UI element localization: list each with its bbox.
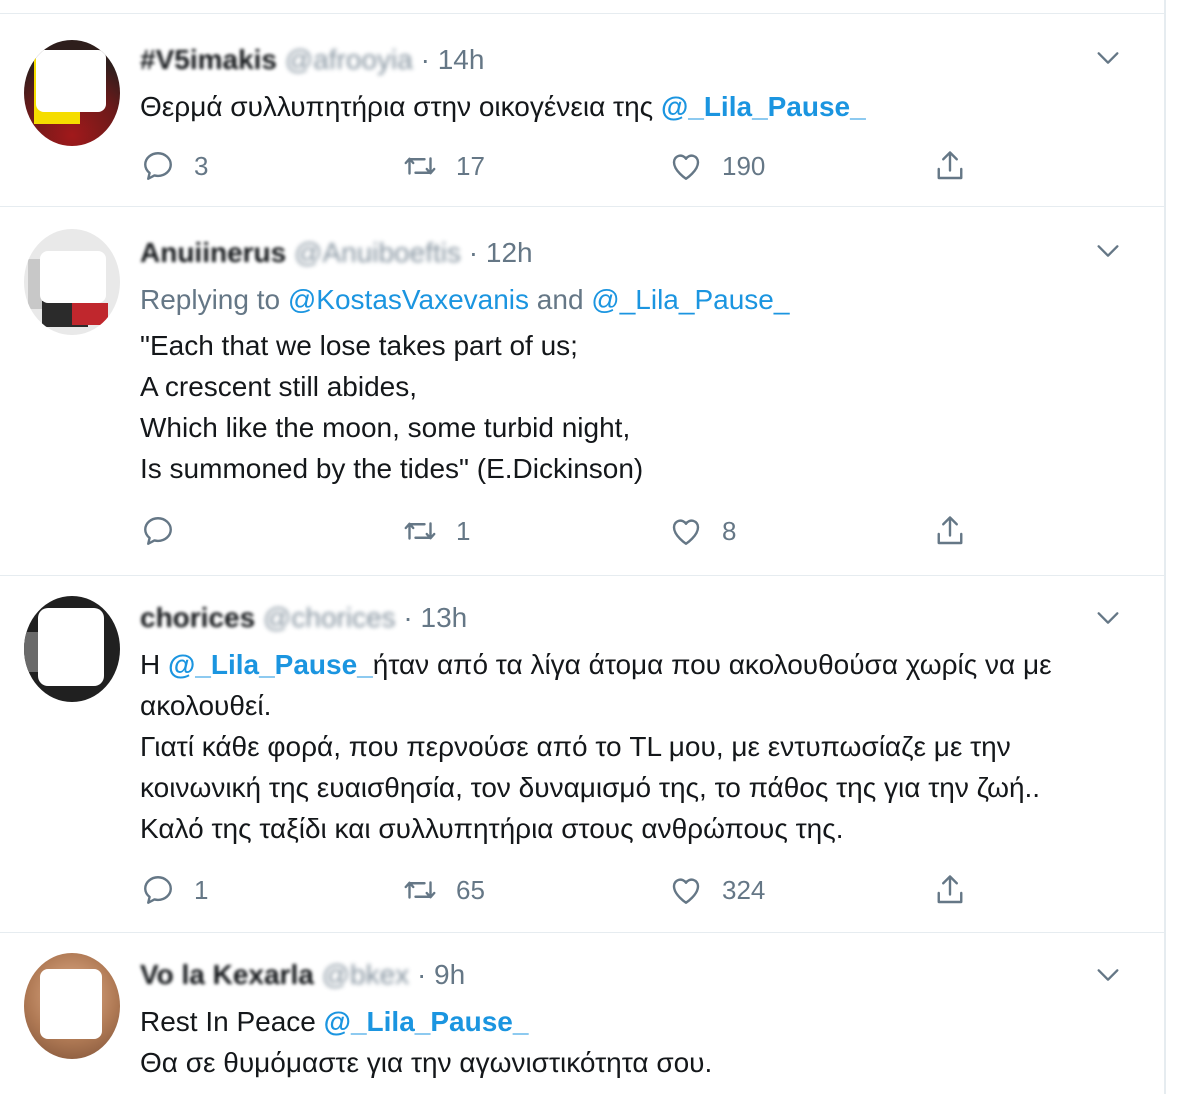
retweet-icon	[404, 522, 436, 540]
replying-to: Replying to @KostasVaxevanis and @_Lila_…	[140, 279, 1140, 320]
text-segment: ήταν από τα λίγα άτομα που ακολουθούσα χ…	[372, 649, 1052, 680]
retweet-icon	[404, 157, 436, 175]
avatar[interactable]	[24, 953, 120, 1059]
display-name[interactable]: Vo la Kexarla	[140, 959, 314, 990]
tweet[interactable]: #V5imakis @afrooyia · 14h Θερμά συλλυπητ…	[0, 14, 1164, 207]
separator: ·	[416, 959, 427, 990]
text-line: κοινωνική της ευαισθησία, τον δυναμισμό …	[140, 772, 1041, 803]
share-icon	[937, 516, 963, 545]
tweet[interactable]: chorices @chorices · 13h Η @_Lila_Pause_…	[0, 576, 1164, 933]
chevron-down-icon[interactable]	[1094, 44, 1122, 72]
avatar[interactable]	[24, 40, 120, 146]
username[interactable]: @bkex	[322, 959, 410, 990]
timestamp[interactable]: 12h	[486, 237, 533, 268]
timestamp[interactable]: 9h	[434, 959, 465, 990]
share-button[interactable]	[932, 870, 968, 910]
username[interactable]: @afrooyia	[285, 44, 413, 75]
heart-icon	[672, 878, 700, 904]
tweet[interactable]: Vo la Kexarla @bkex · 9h Rest In Peace @…	[0, 933, 1164, 1094]
text-segment: Η	[140, 649, 168, 680]
share-icon	[937, 875, 963, 904]
reply-count: 1	[194, 874, 209, 905]
retweet-icon	[404, 881, 436, 899]
display-name[interactable]: chorices	[140, 602, 255, 633]
tweet-text: Η @_Lila_Pause_ήταν από τα λίγα άτομα πο…	[140, 644, 1140, 849]
reply-count: 3	[194, 150, 209, 181]
text-line: Η @_Lila_Pause_ήταν από τα λίγα άτομα πο…	[140, 644, 1140, 685]
text-line: "Each that we lose takes part of us;	[140, 330, 578, 361]
tweet-text: Θερμά συλλυπητήρια στην οικογένεια της @…	[140, 86, 1140, 127]
tweet-header: Vo la Kexarla @bkex · 9h	[140, 957, 465, 993]
like-button[interactable]: 190	[668, 146, 765, 186]
reply-button[interactable]: 1	[140, 870, 208, 910]
like-button[interactable]: 8	[668, 511, 736, 551]
chevron-down-icon[interactable]	[1094, 237, 1122, 265]
text-line: Γιατί κάθε φορά, που περνούσε από το TL …	[140, 731, 1011, 762]
like-button[interactable]: 324	[668, 870, 765, 910]
username[interactable]: @Anuiboeftis	[294, 237, 461, 268]
text-segment: Θερμά συλλυπητήρια στην οικογένεια της	[140, 91, 661, 122]
reply-icon	[144, 876, 172, 904]
retweet-button[interactable]: 65	[402, 870, 485, 910]
mention-link[interactable]: @_Lila_Pause_	[661, 91, 866, 122]
chevron-down-icon[interactable]	[1094, 961, 1122, 989]
like-count: 190	[722, 150, 766, 181]
username[interactable]: @chorices	[263, 602, 396, 633]
tweet-text: Rest In Peace @_Lila_Pause_ Θα σε θυμόμα…	[140, 1001, 1140, 1083]
separator: ·	[403, 602, 413, 633]
tweet-actions: 1 8	[140, 511, 1000, 551]
tweet-actions: 1 65 324	[140, 870, 1000, 910]
mention-link[interactable]: @_Lila_Pause_	[324, 1006, 529, 1037]
share-button[interactable]	[932, 146, 968, 186]
reply-button[interactable]: 3	[140, 146, 208, 186]
separator: ·	[420, 44, 430, 75]
reply-icon	[144, 152, 172, 180]
like-count: 8	[722, 515, 737, 546]
retweet-count: 65	[456, 874, 485, 905]
tweet-header: Anuiinerus @Anuiboeftis · 12h	[140, 235, 533, 271]
text-line: ακολουθεί.	[140, 690, 272, 721]
avatar[interactable]	[24, 596, 120, 702]
mention-link[interactable]: @KostasVaxevanis	[288, 284, 529, 315]
reply-button[interactable]	[140, 511, 194, 551]
tweet[interactable]: Anuiinerus @Anuiboeftis · 12h Replying t…	[0, 207, 1164, 576]
tweet-header: chorices @chorices · 13h	[140, 600, 467, 636]
like-count: 324	[722, 874, 766, 905]
tweet-actions: 3 17 190	[140, 146, 1000, 186]
retweet-count: 1	[456, 515, 471, 546]
avatar[interactable]	[24, 229, 120, 335]
heart-icon	[672, 154, 700, 180]
text-line: Rest In Peace @_Lila_Pause_	[140, 1001, 1140, 1042]
text-line: Is summoned by the tides" (E.Dickinson)	[140, 453, 644, 484]
mention-link[interactable]: @_Lila_Pause_	[168, 649, 373, 680]
timestamp[interactable]: 14h	[438, 44, 485, 75]
replying-label: Replying to	[140, 284, 281, 315]
timeline: #V5imakis @afrooyia · 14h Θερμά συλλυπητ…	[0, 0, 1166, 1094]
chevron-down-icon[interactable]	[1094, 604, 1122, 632]
text-segment: Rest In Peace	[140, 1006, 324, 1037]
mention-link[interactable]: @_Lila_Pause_	[591, 284, 789, 315]
text-line: Which like the moon, some turbid night,	[140, 412, 631, 443]
replying-and: and	[536, 284, 584, 315]
separator: ·	[468, 237, 479, 268]
display-name[interactable]: #V5imakis	[140, 44, 277, 75]
heart-icon	[672, 519, 700, 545]
text-line: Καλό της ταξίδι και συλλυπητήρια στους α…	[140, 813, 844, 844]
reply-icon	[144, 517, 172, 545]
text-line: Θα σε θυμόμαστε για την αγωνιστικότητα σ…	[140, 1047, 713, 1078]
tweet-text: "Each that we lose takes part of us; A c…	[140, 325, 1140, 489]
share-icon	[937, 151, 963, 180]
share-button[interactable]	[932, 511, 968, 551]
text-line: A crescent still abides,	[140, 371, 418, 402]
timestamp[interactable]: 13h	[421, 602, 468, 633]
retweet-button[interactable]: 1	[402, 511, 470, 551]
retweet-button[interactable]: 17	[402, 146, 485, 186]
retweet-count: 17	[456, 150, 485, 181]
display-name[interactable]: Anuiinerus	[140, 237, 286, 268]
tweet-header: #V5imakis @afrooyia · 14h	[140, 42, 484, 78]
